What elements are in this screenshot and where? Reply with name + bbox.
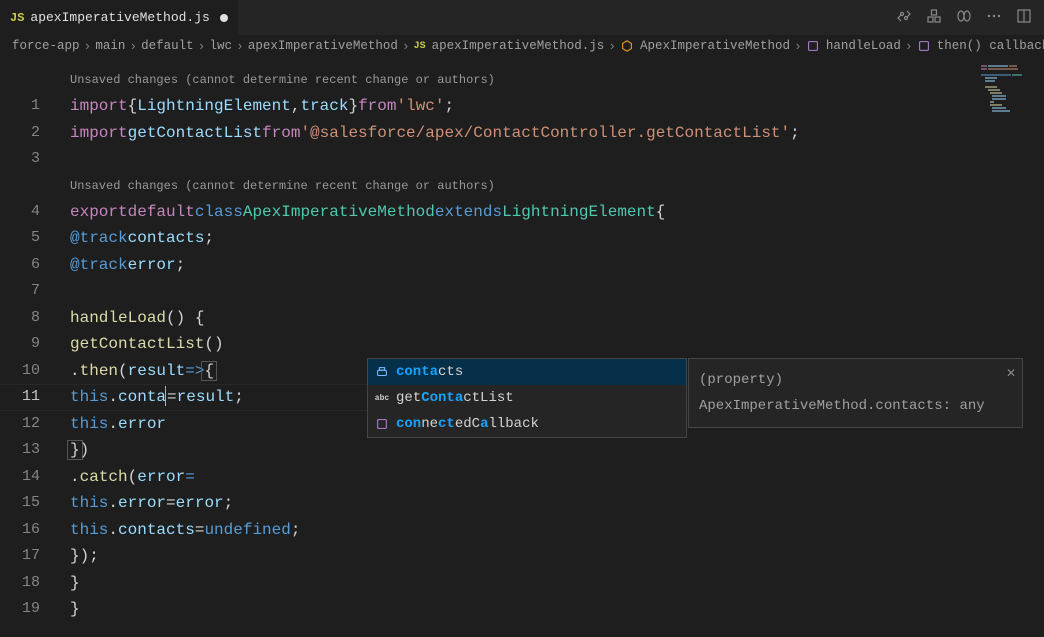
split-editor-icon[interactable] — [1016, 8, 1032, 28]
codelens[interactable]: Unsaved changes (cannot determine recent… — [60, 173, 1044, 199]
code-line[interactable]: }); — [60, 543, 1044, 570]
dirty-indicator-icon[interactable] — [220, 14, 228, 22]
class-symbol-icon — [620, 39, 634, 53]
active-line-indicator — [60, 384, 62, 411]
line-number[interactable]: 8 — [0, 305, 40, 332]
editor-toolbar — [896, 8, 1044, 28]
code-line[interactable]: import { LightningElement, track } from … — [60, 93, 1044, 120]
chevron-right-icon: › — [402, 39, 410, 54]
line-number[interactable]: 14 — [0, 464, 40, 491]
code-line[interactable]: this.error = error; — [60, 490, 1044, 517]
js-file-icon: JS — [10, 11, 24, 25]
suggest-widget[interactable]: contacts abc getContactList connectedCal… — [367, 358, 687, 438]
line-number[interactable]: 5 — [0, 225, 40, 252]
line-number[interactable]: 16 — [0, 517, 40, 544]
method-symbol-icon — [806, 39, 820, 53]
line-number[interactable]: 10 — [0, 358, 40, 385]
suggest-label: contacts — [396, 364, 463, 380]
suggest-label: connectedCallback — [396, 416, 539, 432]
tabs-container: JS apexImperativeMethod.js — [0, 0, 238, 35]
line-number[interactable]: 18 — [0, 570, 40, 597]
method-icon — [374, 416, 390, 432]
crumb-force-app[interactable]: force-app — [12, 39, 80, 53]
crumb-callback[interactable]: then() callback — [937, 39, 1044, 53]
vertical-scrollbar[interactable] — [1030, 57, 1044, 637]
code-line[interactable]: @track error; — [60, 252, 1044, 279]
code-line[interactable]: } — [60, 596, 1044, 623]
split-icon[interactable] — [926, 8, 942, 28]
suggest-item-contacts[interactable]: contacts — [368, 359, 686, 385]
line-number[interactable]: 1 — [0, 93, 40, 120]
crumb-main[interactable]: main — [95, 39, 125, 53]
line-number[interactable]: 3 — [0, 146, 40, 173]
suggest-detail-text: (property) ApexImperativeMethod.contacts… — [699, 372, 985, 414]
code-line[interactable]: @track contacts; — [60, 225, 1044, 252]
crumb-lwc[interactable]: lwc — [209, 39, 232, 53]
chevron-right-icon: › — [236, 39, 244, 54]
code-line[interactable] — [60, 278, 1044, 305]
chevron-right-icon: › — [905, 39, 913, 54]
code-line[interactable]: .catch(error = — [60, 464, 1044, 491]
crumb-folder[interactable]: apexImperativeMethod — [248, 39, 398, 53]
chevron-right-icon: › — [84, 39, 92, 54]
code-line[interactable]: handleLoad() { — [60, 305, 1044, 332]
line-number[interactable]: 7 — [0, 278, 40, 305]
text-icon: abc — [374, 390, 390, 406]
code-line[interactable]: this.contacts = undefined; — [60, 517, 1044, 544]
line-number[interactable]: 4 — [0, 199, 40, 226]
code-line[interactable]: export default class ApexImperativeMetho… — [60, 199, 1044, 226]
chevron-right-icon: › — [794, 39, 802, 54]
line-number[interactable]: 12 — [0, 411, 40, 438]
close-icon[interactable]: ✕ — [1006, 361, 1016, 387]
editor[interactable]: 1 2 3 4 5 6 7 8 9 10 11 12 13 14 15 16 1… — [0, 57, 1044, 637]
code-area[interactable]: Unsaved changes (cannot determine recent… — [60, 57, 1044, 637]
suggest-label: getContactList — [396, 390, 514, 406]
suggest-item-getcontactlist[interactable]: abc getContactList — [368, 385, 686, 411]
method-symbol-icon — [917, 39, 931, 53]
line-number[interactable]: 13 — [0, 437, 40, 464]
code-line[interactable] — [60, 146, 1044, 173]
line-number[interactable]: 6 — [0, 252, 40, 279]
suggest-item-connectedcallback[interactable]: connectedCallback — [368, 411, 686, 437]
code-line[interactable]: import getContactList from '@salesforce/… — [60, 120, 1044, 147]
line-number-spacer — [0, 173, 40, 199]
more-icon[interactable] — [986, 8, 1002, 28]
gutter: 1 2 3 4 5 6 7 8 9 10 11 12 13 14 15 16 1… — [0, 57, 60, 637]
chevron-right-icon: › — [608, 39, 616, 54]
code-line[interactable]: getContactList() — [60, 331, 1044, 358]
chevron-right-icon: › — [198, 39, 206, 54]
text-cursor — [165, 386, 166, 406]
tab-file[interactable]: JS apexImperativeMethod.js — [0, 0, 238, 35]
suggest-detail-widget: ✕ (property) ApexImperativeMethod.contac… — [688, 358, 1023, 428]
js-file-icon: JS — [414, 41, 426, 52]
field-icon — [374, 364, 390, 380]
tab-bar: JS apexImperativeMethod.js — [0, 0, 1044, 35]
line-number[interactable]: 17 — [0, 543, 40, 570]
line-number[interactable]: 9 — [0, 331, 40, 358]
codelens[interactable]: Unsaved changes (cannot determine recent… — [60, 67, 1044, 93]
crumb-file[interactable]: apexImperativeMethod.js — [432, 39, 605, 53]
crumb-class[interactable]: ApexImperativeMethod — [640, 39, 790, 53]
tab-filename: apexImperativeMethod.js — [30, 10, 209, 25]
chevron-right-icon: › — [129, 39, 137, 54]
line-number[interactable]: 15 — [0, 490, 40, 517]
diff-icon[interactable] — [956, 8, 972, 28]
minimap[interactable] — [981, 65, 1026, 125]
breadcrumb: force-app› main› default› lwc› apexImper… — [0, 35, 1044, 57]
crumb-method[interactable]: handleLoad — [826, 39, 901, 53]
code-line[interactable]: } — [60, 570, 1044, 597]
code-line[interactable]: }) — [60, 437, 1044, 464]
line-number[interactable]: 2 — [0, 120, 40, 147]
compare-icon[interactable] — [896, 8, 912, 28]
line-number[interactable]: 19 — [0, 596, 40, 623]
crumb-default[interactable]: default — [141, 39, 194, 53]
